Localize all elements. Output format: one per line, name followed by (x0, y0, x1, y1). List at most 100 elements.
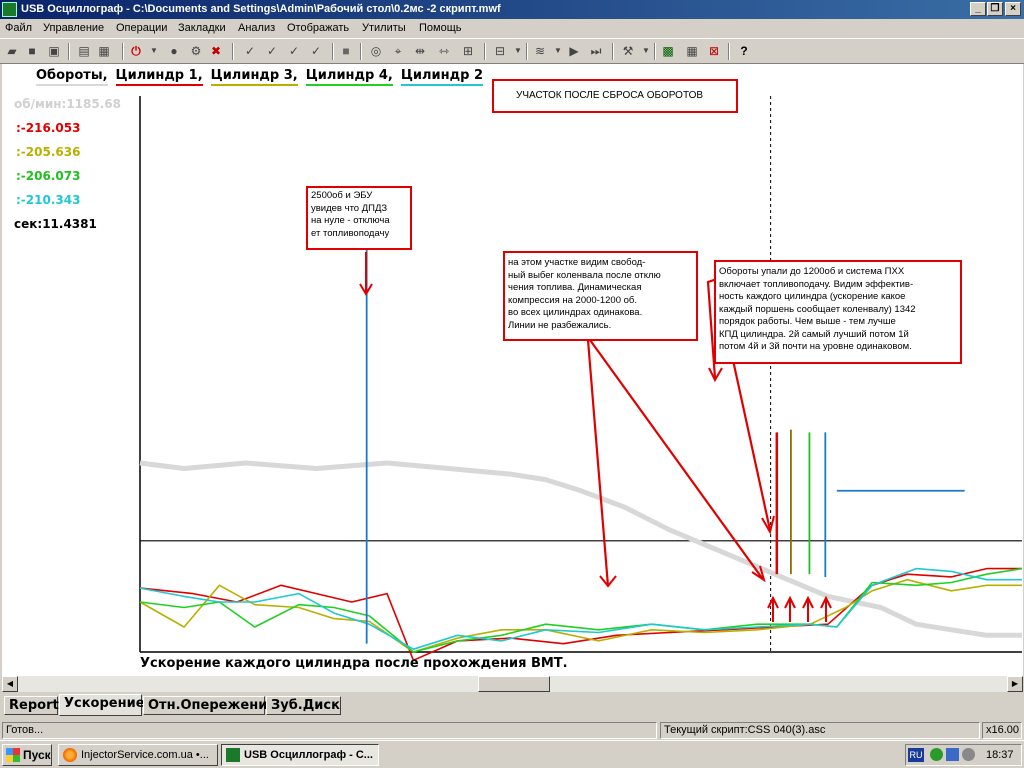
disconnect-icon[interactable]: ✖ (208, 43, 224, 59)
menu-file[interactable]: Файл (5, 22, 32, 34)
note2-line: Линии не разбежались. (508, 319, 612, 331)
maximize-button[interactable]: ❐ (987, 2, 1003, 16)
toolbar-separator (526, 43, 528, 60)
horizontal-scrollbar[interactable]: ◀ ▶ (2, 676, 1023, 692)
dropdown-arrow-icon[interactable]: ▼ (550, 43, 566, 59)
dropdown-arrow-icon[interactable]: ▼ (510, 43, 526, 59)
note1-line: на нуле - отключа (311, 215, 390, 226)
volume-icon[interactable] (962, 748, 975, 761)
task-label: USB Осциллограф - C... (244, 749, 373, 761)
dropdown-arrow-icon[interactable]: ▼ (638, 43, 654, 59)
open-icon[interactable]: ▰ (4, 43, 20, 59)
signal-icon[interactable]: ≋ (532, 43, 548, 59)
taskbar: Пуск InjectorService.com.ua •... USB Осц… (0, 740, 1024, 768)
tools-icon[interactable]: ⚙ (188, 43, 204, 59)
record-icon[interactable]: ● (166, 43, 182, 59)
menu-analysis[interactable]: Анализ (238, 22, 275, 34)
readout-cyl3: :-205.636 (16, 145, 81, 159)
menu-display[interactable]: Отображать (287, 22, 349, 34)
minimize-button[interactable]: _ (970, 2, 986, 16)
toolbar: ▰ ■ ▣ ▤ ▦ ⏻ ▼ ● ⚙ ✖ ✓ ✓ ✓ ✓ ■ ◎ ⌖ ⇹ ⇿ ⊞ … (0, 38, 1024, 64)
cursor-icon[interactable]: ⌖ (390, 43, 406, 59)
language-indicator[interactable]: RU (908, 748, 924, 762)
readout-rpm: об/мин:1185.68 (14, 97, 121, 111)
stop-square-icon[interactable]: ■ (338, 43, 354, 59)
play-icon[interactable]: ▶ (566, 43, 582, 59)
readout-cyl2: :-210.343 (16, 193, 81, 207)
save-icon[interactable]: ■ (24, 43, 40, 59)
start-button[interactable]: Пуск (2, 744, 52, 766)
chart-icon[interactable]: ▩ (660, 43, 676, 59)
task-button-oscilloscope[interactable]: USB Осциллограф - C... (221, 744, 379, 766)
clock: 18:37 (986, 749, 1014, 761)
app-icon (2, 2, 17, 17)
legend-item-cyl3: Цилиндр 3, (210, 68, 298, 86)
menu-utilities[interactable]: Утилиты (362, 22, 406, 34)
scroll-right-icon[interactable]: ▶ (1007, 676, 1023, 692)
stop-icon[interactable]: ⏻ (128, 43, 144, 59)
start-label: Пуск (23, 748, 51, 762)
legend-item-rpm: Обороты, (36, 68, 108, 86)
check-icon[interactable]: ✓ (242, 43, 258, 59)
check-3-icon[interactable]: ✓ (286, 43, 302, 59)
help-icon[interactable]: ? (736, 43, 752, 59)
annotation-title: УЧАСТОК ПОСЛЕ СБРОСА ОБОРОТОВ (492, 79, 738, 113)
chart-legend: Обороты, Цилиндр 1, Цилиндр 3, Цилиндр 4, Ци… (36, 68, 491, 86)
settings-icon[interactable]: ⚒ (620, 43, 636, 59)
close-button[interactable]: × (1005, 2, 1021, 16)
toolbar-separator (232, 43, 234, 60)
close-grid-icon[interactable]: ⊠ (706, 43, 722, 59)
note1-line: увидев что ДПДЗ (311, 202, 388, 214)
scroll-left-icon[interactable]: ◀ (2, 676, 18, 692)
measure-icon[interactable]: ⊞ (460, 43, 476, 59)
oscilloscope-icon (226, 748, 240, 762)
plot-area[interactable] (2, 64, 1023, 676)
status-ready: Готов... (2, 722, 657, 739)
memory-icon[interactable]: ⊟ (492, 43, 508, 59)
note1-line: 2500об и ЭБУ (311, 190, 373, 201)
note3-line: Обороты упали до 1200об и система ПХХ (719, 266, 905, 277)
note2-line: на этом участке видим свобод- (508, 257, 646, 268)
note3-line: потом 4й и 3й почти на уровне одинаковом… (719, 341, 912, 352)
windows-logo-icon (6, 748, 20, 762)
note3-line: каждый поршень сообщает коленвалу) 1342 (719, 303, 916, 315)
toolbar-separator (484, 43, 486, 60)
print-icon[interactable]: ▤ (76, 43, 92, 59)
menu-operations[interactable]: Операции (116, 22, 167, 34)
toolbar-separator (332, 43, 334, 60)
readout-time: сек:11.4381 (14, 217, 97, 231)
status-bar: Готов... Текущий скрипт:CSS 040(3).asc x… (0, 720, 1024, 740)
step-icon[interactable]: ⏭ (588, 43, 604, 59)
toolbar-separator (728, 43, 730, 60)
readout-cyl1: :-216.053 (16, 121, 81, 135)
check-4-icon[interactable]: ✓ (308, 43, 324, 59)
save-all-icon[interactable]: ▣ (46, 43, 62, 59)
network-icon[interactable] (946, 748, 959, 761)
tab-acceleration[interactable]: Ускорение (59, 694, 145, 716)
split-icon[interactable]: ⇹ (412, 43, 428, 59)
tab-tooth-disk[interactable]: Зуб.Диск (266, 696, 341, 715)
task-button-browser[interactable]: InjectorService.com.ua •... (58, 744, 218, 766)
toolbar-separator (654, 43, 656, 60)
annotation-note-1: 2500об и ЭБУ увидев что ДПДЗ на нуле - о… (306, 186, 412, 250)
note3-line: порядок работы. Чем выше - тем лучше (719, 316, 896, 327)
check-2-icon[interactable]: ✓ (264, 43, 280, 59)
marker-icon[interactable]: ⇿ (436, 43, 452, 59)
tray-app-icon[interactable] (930, 748, 943, 761)
system-tray: RU 18:37 (905, 744, 1022, 766)
note2-line: ный выбег коленвала после отклю (508, 269, 661, 281)
scroll-thumb[interactable] (478, 676, 550, 692)
tab-relative-advance[interactable]: Отн.Опережение (143, 696, 276, 715)
menu-help[interactable]: Помощь (419, 22, 462, 34)
legend-item-cyl2: Цилиндр 2 (400, 68, 484, 86)
readout-cyl4: :-206.073 (16, 169, 81, 183)
toolbar-separator (122, 43, 124, 60)
firefox-icon (63, 748, 77, 762)
grid-icon[interactable]: ▦ (684, 43, 700, 59)
menu-control[interactable]: Управление (43, 22, 104, 34)
zoom-icon[interactable]: ◎ (368, 43, 384, 59)
menu-bookmarks[interactable]: Закладки (178, 22, 226, 34)
tab-report[interactable]: Report (4, 696, 59, 715)
preview-icon[interactable]: ▦ (96, 43, 112, 59)
dropdown-arrow-icon[interactable]: ▼ (146, 43, 162, 59)
